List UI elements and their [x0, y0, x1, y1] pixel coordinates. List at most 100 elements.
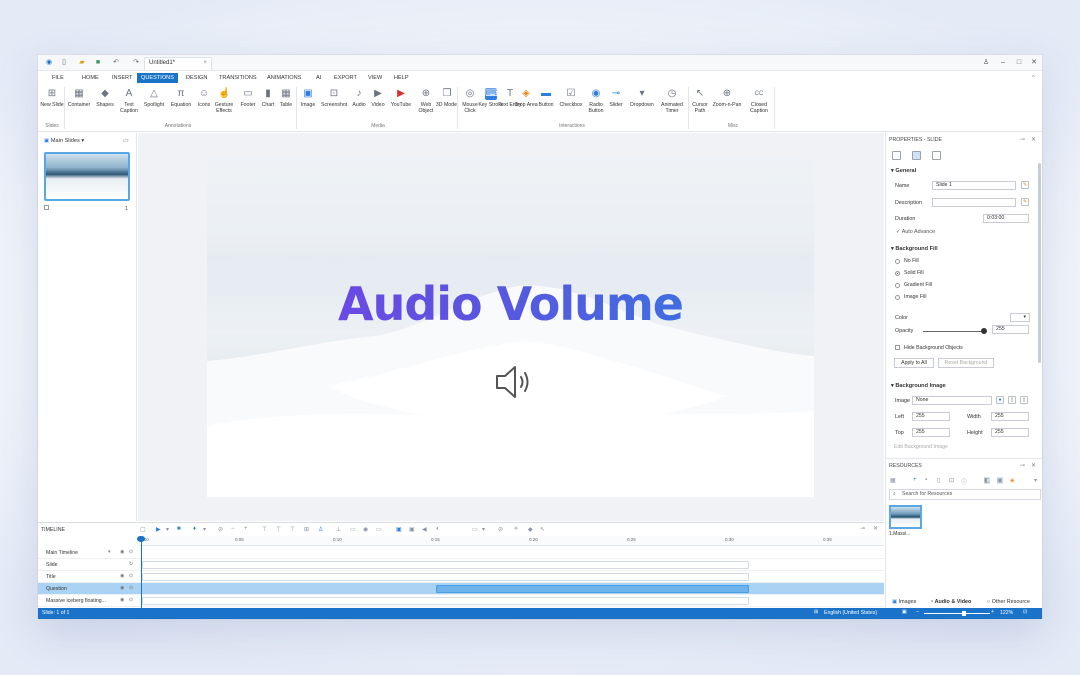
- background-fill-section[interactable]: ▾ Background Fill: [891, 246, 938, 252]
- microphone-icon[interactable]: ♦: [193, 526, 196, 532]
- text-caption-button[interactable]: A Text Caption: [116, 86, 142, 120]
- lock-icon[interactable]: ⊙: [129, 585, 133, 591]
- slide-checkbox[interactable]: [44, 205, 49, 210]
- button-button[interactable]: ▬ Button: [533, 86, 559, 120]
- save-resource-icon[interactable]: ▪: [925, 477, 927, 483]
- opacity-slider[interactable]: [923, 331, 983, 332]
- slide-canvas[interactable]: Audio Volume: [207, 156, 814, 497]
- spotlight-button[interactable]: △ Spotlight: [141, 86, 167, 120]
- group-icon[interactable]: ♙: [318, 526, 323, 533]
- lock-icon[interactable]: ⊙: [129, 573, 133, 579]
- description-field[interactable]: [932, 198, 1016, 207]
- animated-timer-button[interactable]: ◷ Animated Timer: [658, 86, 686, 120]
- timeline-row-iceberg[interactable]: Massive iceberg floating... ◉ ⊙: [38, 595, 884, 607]
- menu-transitions[interactable]: TRANSITIONS: [215, 73, 261, 83]
- opacity-field[interactable]: 255: [992, 325, 1029, 334]
- tag-icon[interactable]: ◈: [1010, 477, 1015, 484]
- dropdown-button[interactable]: ▾ Dropdown: [626, 86, 658, 120]
- pin-icon[interactable]: ⊸: [1020, 136, 1025, 143]
- main-slides-dropdown[interactable]: ▣ Main Slides ▾: [44, 138, 84, 144]
- stop-icon[interactable]: ▢: [140, 526, 146, 533]
- play-icon[interactable]: ▶: [156, 526, 161, 533]
- timeline-ruler[interactable]: 0:00 0:05 0:10 0:15 0:20 0:25 0:30 0:35: [138, 536, 884, 546]
- iceberg-track-bar[interactable]: [142, 597, 749, 605]
- height-field[interactable]: 255: [991, 428, 1029, 437]
- screenshot-button[interactable]: ⊡ Screenshot: [321, 86, 347, 120]
- slide-properties-icon[interactable]: [892, 151, 901, 160]
- gesture-effects-button[interactable]: ☝ Gesture Effects: [211, 86, 237, 120]
- play-options-icon[interactable]: ▾: [166, 526, 169, 533]
- maximize-button[interactable]: □: [1014, 58, 1024, 68]
- zoom-in-icon[interactable]: +: [244, 526, 248, 532]
- menu-design[interactable]: DESIGN: [182, 73, 211, 83]
- apply-to-all-button[interactable]: Apply to All: [894, 358, 934, 368]
- top-field[interactable]: 255: [912, 428, 950, 437]
- edit-background-image-button[interactable]: Edit Background Image: [894, 443, 964, 453]
- align-left-icon[interactable]: ⊤: [262, 526, 267, 533]
- auto-advance-checkbox[interactable]: ✓ Auto Advance: [896, 229, 935, 235]
- question-track-bar[interactable]: [436, 585, 749, 593]
- info-icon[interactable]: ⓘ: [961, 477, 967, 486]
- tab-audio-video[interactable]: ◔ Audio & Video: [930, 599, 971, 605]
- fit-icon[interactable]: ⊘: [218, 526, 223, 533]
- image-track-icon[interactable]: ▣: [396, 526, 402, 533]
- remove-image-icon[interactable]: ▯: [1020, 396, 1028, 404]
- eye-icon[interactable]: ◉: [120, 573, 124, 579]
- image-fill-radio[interactable]: [895, 295, 900, 300]
- eye-icon[interactable]: ◉: [120, 585, 124, 591]
- distribute-icon[interactable]: ⊞: [304, 526, 309, 533]
- background-image-section[interactable]: ▾ Background Image: [891, 383, 946, 389]
- layout-properties-icon[interactable]: [912, 151, 921, 160]
- hide-bg-objects-checkbox[interactable]: [895, 345, 900, 350]
- menu-view[interactable]: VIEW: [364, 73, 386, 83]
- width-field[interactable]: 255: [991, 412, 1029, 421]
- edit-name-icon[interactable]: ✎: [1021, 181, 1029, 189]
- grid-properties-icon[interactable]: [932, 151, 941, 160]
- menu-ai[interactable]: AI: [312, 73, 325, 83]
- user-icon[interactable]: ♙: [981, 58, 991, 68]
- caption-icon[interactable]: ▭: [376, 526, 382, 533]
- cursor-icon[interactable]: ↖: [540, 526, 545, 533]
- align-center-icon[interactable]: ⊤: [276, 526, 281, 533]
- playhead[interactable]: [141, 536, 142, 609]
- menu-export[interactable]: EXPORT: [330, 73, 361, 83]
- left-field[interactable]: 255: [912, 412, 950, 421]
- timeline-row-slide[interactable]: Slide ↻: [38, 559, 884, 571]
- edit-description-icon[interactable]: ✎: [1021, 198, 1029, 206]
- menu-animations[interactable]: ANIMATIONS: [263, 73, 305, 83]
- save-icon[interactable]: ■: [94, 59, 102, 67]
- reset-background-button[interactable]: Reset Background: [938, 358, 994, 368]
- zoom-slider[interactable]: [924, 613, 990, 614]
- image-info-icon[interactable]: ▯: [1008, 396, 1016, 404]
- no-fill-radio[interactable]: [895, 259, 900, 264]
- color-picker[interactable]: ▾: [1010, 313, 1030, 322]
- loop-icon[interactable]: ⊘: [498, 526, 503, 533]
- delete-resource-icon[interactable]: ▯: [937, 477, 940, 484]
- slide-view-icon[interactable]: ▭: [123, 137, 129, 144]
- import-icon[interactable]: ⊡: [949, 477, 954, 484]
- open-folder-icon[interactable]: ▰: [78, 59, 86, 67]
- gradient-fill-radio[interactable]: [895, 283, 900, 288]
- eye-icon[interactable]: ◉: [120, 549, 124, 555]
- align-right-icon[interactable]: ⊤: [290, 526, 295, 533]
- close-panel-icon[interactable]: ✕: [1031, 462, 1036, 469]
- marker-icon[interactable]: ◉: [363, 526, 368, 533]
- menu-questions[interactable]: QUESTIONS: [137, 73, 178, 83]
- close-button[interactable]: ✕: [1029, 58, 1039, 68]
- duration-field[interactable]: 0:03:00: [983, 214, 1029, 223]
- resources-search-input[interactable]: ⌕ Search for Resources: [889, 489, 1041, 500]
- general-section[interactable]: ▾ General: [891, 168, 916, 174]
- tab-images[interactable]: ▣ Images: [892, 599, 916, 605]
- zoom-out-icon[interactable]: −: [231, 526, 235, 532]
- playhead-handle[interactable]: [137, 536, 145, 542]
- pin-icon[interactable]: ⊸: [1020, 462, 1025, 469]
- menu-insert[interactable]: INSERT: [108, 73, 136, 83]
- eye-icon[interactable]: ◉: [120, 597, 124, 603]
- properties-scrollbar[interactable]: [1038, 163, 1041, 363]
- name-field[interactable]: Slide 1: [932, 181, 1016, 190]
- tab-other-resource[interactable]: ○ Other Resource: [987, 599, 1030, 605]
- menu-home[interactable]: HOME: [78, 73, 103, 83]
- slide-thumbnail[interactable]: [44, 152, 130, 201]
- collapse-ribbon-icon[interactable]: ^: [1028, 73, 1039, 83]
- close-panel-icon[interactable]: ✕: [1031, 136, 1036, 143]
